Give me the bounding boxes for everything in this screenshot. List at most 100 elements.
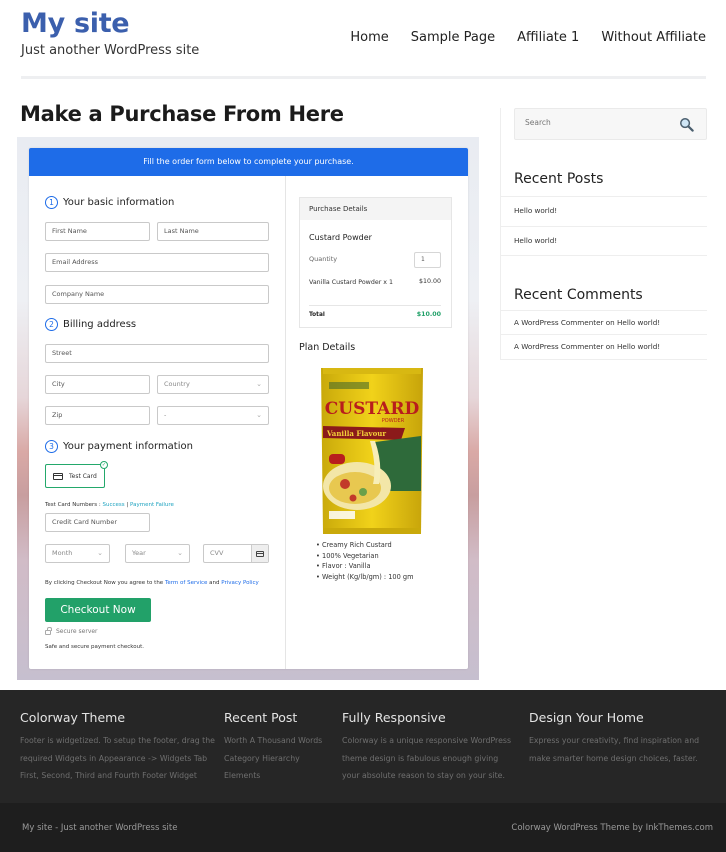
safe-checkout-text: Safe and secure payment checkout.: [45, 644, 144, 650]
credit-card-number-input[interactable]: Credit Card Number: [45, 513, 150, 532]
feature-item: Flavor : Vanilla: [316, 561, 414, 572]
nav-without-affiliate[interactable]: Without Affiliate: [601, 30, 706, 45]
last-name-input[interactable]: Last Name: [157, 222, 269, 241]
footer-col-recent-post: Recent Post Worth A Thousand Words Categ…: [224, 710, 334, 785]
privacy-policy-link[interactable]: Privacy Policy: [221, 580, 258, 586]
comment-on-text: on: [603, 342, 617, 351]
sidebar: Recent Posts Hello world! Hello world! R…: [500, 108, 707, 360]
step-billing-address: 2 Billing address: [45, 318, 136, 331]
footer-post-link[interactable]: Elements: [224, 767, 334, 785]
line-item-price: $10.00: [418, 278, 441, 285]
feature-item: Creamy Rich Custard: [316, 540, 414, 551]
footer-widgets: Colorway Theme Footer is widgetized. To …: [0, 690, 726, 803]
footer-col-design-home: Design Your Home Express your creativity…: [529, 710, 721, 767]
footer-col-fully-responsive: Fully Responsive Colorway is a unique re…: [342, 710, 514, 785]
step-number-icon: 1: [45, 196, 58, 209]
payment-method-label: Test Card: [69, 472, 97, 480]
cvv-input[interactable]: CVV: [203, 544, 269, 563]
feature-item: Weight (Kg/lb/gm) : 100 gm: [316, 572, 414, 583]
total-divider: [309, 305, 441, 306]
company-input[interactable]: Company Name: [45, 285, 269, 304]
footer-post-link[interactable]: Category Hierarchy: [224, 750, 334, 768]
test-card-numbers-label: Test Card Numbers :: [45, 502, 103, 508]
line-item-name: Vanilla Custard Powder x 1: [309, 279, 394, 286]
comment-author-link[interactable]: A WordPress Commenter: [514, 342, 603, 351]
comment-post-link[interactable]: Hello world!: [617, 342, 660, 351]
footer-col-colorway: Colorway Theme Footer is widgetized. To …: [20, 710, 215, 785]
street-input[interactable]: Street: [45, 344, 269, 363]
cvv-card-icon: [251, 545, 268, 562]
quantity-input[interactable]: 1: [414, 252, 441, 268]
lock-icon: [45, 627, 52, 635]
zip-input[interactable]: Zip: [45, 406, 150, 425]
first-name-input[interactable]: First Name: [45, 222, 150, 241]
quantity-label: Quantity: [309, 255, 338, 263]
purchase-details-heading: Purchase Details: [300, 198, 451, 220]
footer-site-credit[interactable]: My site - Just another WordPress site: [22, 823, 177, 833]
step-payment-info: 3 Your payment information: [45, 440, 193, 453]
package-flavor: Vanilla Flavour: [326, 429, 386, 438]
footer-col-title: Recent Post: [224, 710, 298, 725]
cvv-placeholder: CVV: [210, 549, 224, 557]
search-box: [514, 108, 707, 140]
nav-sample-page[interactable]: Sample Page: [411, 30, 495, 45]
column-divider: [285, 176, 286, 669]
terms-agreement: By clicking Checkout Now you agree to th…: [45, 580, 259, 586]
year-select-value: Year: [132, 549, 146, 557]
secure-server-label: Secure server: [56, 628, 98, 635]
comment-post-link[interactable]: Hello world!: [617, 318, 660, 327]
step-basic-info: 1 Your basic information: [45, 196, 174, 209]
checkout-banner: Fill the order form below to complete yo…: [29, 148, 468, 176]
footer-col-title: Design Your Home: [529, 710, 644, 725]
site-title[interactable]: My site: [21, 8, 130, 39]
agree-and-text: and: [207, 580, 222, 586]
city-input[interactable]: City: [45, 375, 150, 394]
country-select[interactable]: Country ⌄: [157, 375, 269, 394]
chevron-down-icon: ⌄: [256, 411, 262, 419]
main-nav: Home Sample Page Affiliate 1 Without Aff…: [328, 30, 706, 45]
success-link[interactable]: Success: [103, 502, 125, 508]
test-card-numbers: Test Card Numbers : Success | Payment Fa…: [45, 502, 174, 508]
footer-col-text: Colorway is a unique responsive WordPres…: [342, 736, 512, 780]
plan-features-list: Creamy Rich Custard 100% Vegetarian Flav…: [316, 540, 414, 582]
search-input[interactable]: [525, 118, 665, 127]
chevron-down-icon: ⌄: [97, 549, 103, 557]
checkout-form-card: Fill the order form below to complete yo…: [29, 148, 468, 669]
payment-method-test-card[interactable]: Test Card ✓: [45, 461, 108, 488]
total-label: Total: [309, 312, 325, 318]
step-number-icon: 2: [45, 318, 58, 331]
step-label: Your payment information: [63, 441, 193, 452]
checkout-now-button[interactable]: Checkout Now: [45, 598, 151, 622]
agree-text: By clicking Checkout Now you agree to th…: [45, 580, 165, 586]
recent-post-link[interactable]: Hello world!: [501, 196, 707, 226]
search-icon[interactable]: [679, 117, 694, 132]
state-select-value: -: [164, 411, 167, 419]
month-select[interactable]: Month ⌄: [45, 544, 110, 563]
recent-comment-item: A WordPress Commenter on Hello world!: [501, 334, 707, 360]
recent-post-link[interactable]: Hello world!: [501, 226, 707, 256]
comment-on-text: on: [603, 318, 617, 327]
email-input[interactable]: Email Address: [45, 253, 269, 272]
comment-author-link[interactable]: A WordPress Commenter: [514, 318, 603, 327]
header-divider: [21, 76, 706, 79]
footer-post-link[interactable]: Worth A Thousand Words: [224, 732, 334, 750]
nav-affiliate-1[interactable]: Affiliate 1: [517, 30, 579, 45]
state-select[interactable]: - ⌄: [157, 406, 269, 425]
step-number-icon: 3: [45, 440, 58, 453]
footer-col-title: Fully Responsive: [342, 710, 446, 725]
recent-comments-title: Recent Comments: [514, 287, 643, 303]
plan-details-title: Plan Details: [299, 342, 356, 353]
step-label: Billing address: [63, 319, 137, 330]
check-icon: ✓: [100, 461, 108, 469]
country-select-value: Country: [164, 380, 190, 388]
site-header: My site Just another WordPress site Home…: [0, 0, 726, 80]
terms-of-service-link[interactable]: Term of Service: [165, 580, 207, 586]
footer-theme-credit[interactable]: Colorway WordPress Theme by InkThemes.co…: [511, 823, 713, 833]
nav-home[interactable]: Home: [350, 30, 388, 45]
step-label: Your basic information: [63, 197, 175, 208]
year-select[interactable]: Year ⌄: [125, 544, 190, 563]
package-sub: POWDER: [382, 418, 405, 424]
footer-col-text: Express your creativity, find inspiratio…: [529, 736, 700, 763]
payment-failure-link[interactable]: Payment Failure: [130, 502, 174, 508]
package-brand: CUSTARD: [325, 399, 420, 419]
